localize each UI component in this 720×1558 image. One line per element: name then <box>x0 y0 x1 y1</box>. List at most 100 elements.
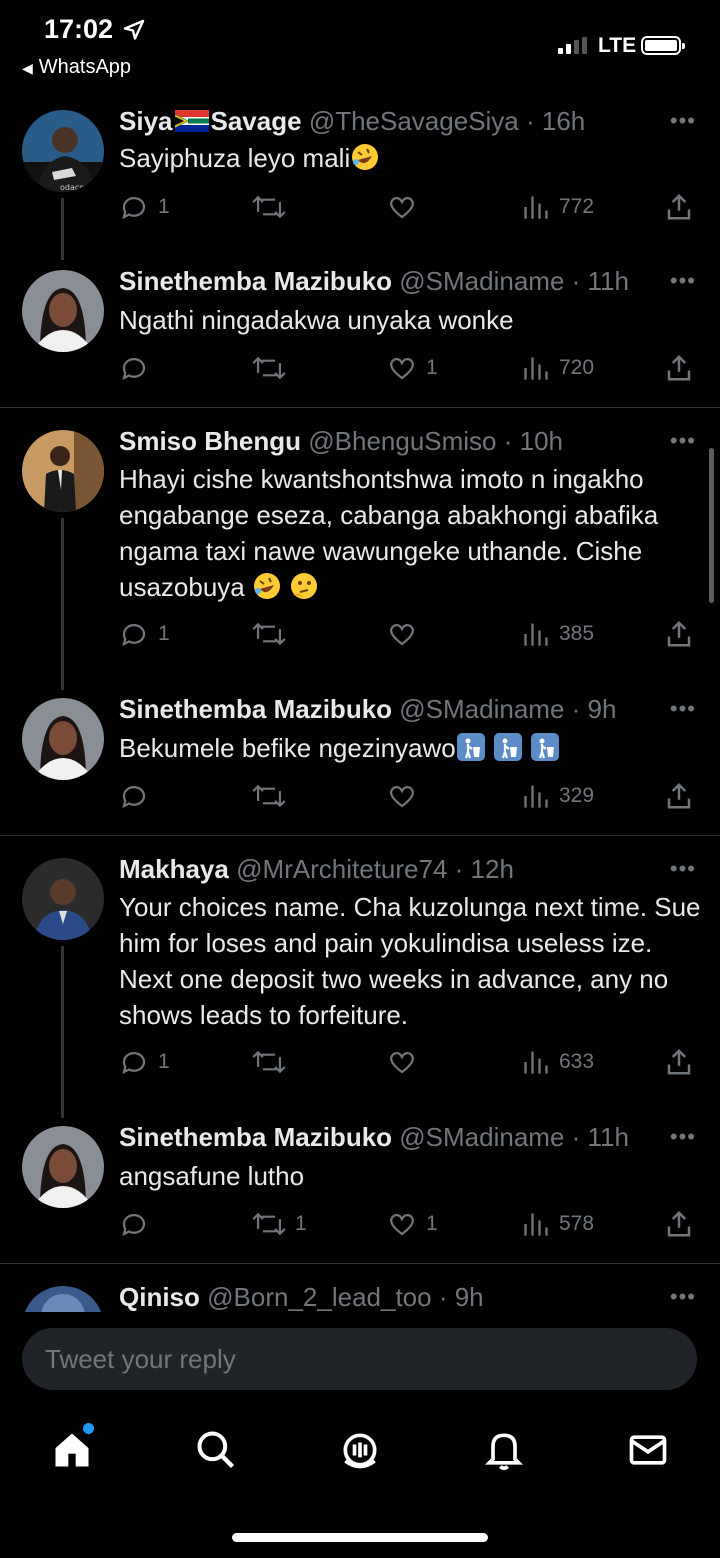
tweet-time: 10h <box>519 426 564 456</box>
tweet[interactable]: Sinethemba Mazibuko @SMadiname · 11h •••… <box>0 1104 720 1264</box>
more-options-icon[interactable]: ••• <box>670 1284 696 1310</box>
more-options-icon[interactable]: ••• <box>670 856 696 882</box>
share-icon <box>667 354 691 381</box>
tweet-actions: 1 1 578 <box>119 1206 719 1242</box>
retweet-button[interactable] <box>252 616 295 652</box>
author-name[interactable]: Siya Savage <box>119 106 302 136</box>
share-button[interactable] <box>664 1044 694 1080</box>
share-button[interactable] <box>664 1206 694 1242</box>
reply-button[interactable]: 1 <box>119 616 170 652</box>
scrollbar[interactable] <box>709 448 714 603</box>
reply-button[interactable] <box>119 350 158 386</box>
avatar[interactable] <box>22 698 104 780</box>
tweet-text: Your choices name. Cha kuzolunga next ti… <box>119 892 701 1030</box>
tweet-actions: 1 772 <box>119 189 719 225</box>
author-handle[interactable]: @SMadiname <box>399 266 564 296</box>
tweet[interactable]: Qiniso @Born_2_lead_too · 9h ••• <box>0 1264 720 1312</box>
tweet-text: Hhayi cishe kwantshontshwa imoto n ingak… <box>119 464 659 602</box>
retweet-icon <box>252 622 286 646</box>
reply-count: 1 <box>158 622 170 645</box>
avatar[interactable]: odaco <box>22 110 104 192</box>
tweet[interactable]: Makhaya @MrArchiteture74 · 12h ••• Your … <box>0 836 720 1118</box>
retweet-button[interactable] <box>252 350 295 386</box>
views-chart-icon <box>524 623 548 646</box>
thinking-emoji <box>291 573 318 599</box>
share-button[interactable] <box>664 616 694 652</box>
back-to-app-link[interactable]: ◀ WhatsApp <box>22 56 131 79</box>
like-button[interactable] <box>387 1044 426 1080</box>
reply-count: 1 <box>158 1050 170 1073</box>
reply-icon <box>122 786 146 809</box>
reply-button[interactable] <box>119 1206 158 1242</box>
more-options-icon[interactable]: ••• <box>670 268 696 294</box>
tweet[interactable]: Smiso Bhengu @BhenguSmiso · 10h ••• Hhay… <box>0 408 720 690</box>
author-name[interactable]: Qiniso <box>119 1282 200 1312</box>
more-options-icon[interactable]: ••• <box>670 108 696 134</box>
share-button[interactable] <box>664 778 694 814</box>
retweet-button[interactable] <box>252 778 295 814</box>
like-button[interactable]: 1 <box>387 350 438 386</box>
share-icon <box>667 782 691 809</box>
more-options-icon[interactable]: ••• <box>670 696 696 722</box>
home-indicator[interactable] <box>232 1533 488 1542</box>
views-button[interactable]: 720 <box>522 350 594 386</box>
view-count: 329 <box>559 784 595 807</box>
author-name[interactable]: Sinethemba Mazibuko <box>119 266 392 296</box>
more-options-icon[interactable]: ••• <box>670 1124 696 1150</box>
reply-input[interactable]: Tweet your reply <box>22 1328 697 1390</box>
notifications-icon[interactable] <box>482 1428 526 1472</box>
avatar[interactable] <box>22 1286 104 1312</box>
author-name[interactable]: Makhaya <box>119 854 229 884</box>
like-button[interactable] <box>387 616 426 652</box>
heart-icon <box>389 785 415 808</box>
reply-button[interactable]: 1 <box>119 1044 170 1080</box>
avatar[interactable] <box>22 858 104 940</box>
tweet[interactable]: Sinethemba Mazibuko @SMadiname · 9h ••• … <box>0 676 720 836</box>
home-icon[interactable] <box>50 1428 94 1472</box>
messages-icon[interactable] <box>626 1428 670 1472</box>
heart-icon <box>389 623 415 646</box>
author-handle[interactable]: @MrArchiteture74 <box>236 854 447 884</box>
author-handle[interactable]: @Born_2_lead_too <box>207 1282 431 1312</box>
author-handle[interactable]: @BhenguSmiso <box>308 426 496 456</box>
view-count: 633 <box>559 1050 595 1073</box>
spaces-icon[interactable] <box>338 1428 382 1472</box>
views-button[interactable]: 772 <box>522 189 594 225</box>
tweet-time: 16h <box>541 106 586 136</box>
reply-button[interactable] <box>119 778 158 814</box>
avatar[interactable] <box>22 1126 104 1208</box>
like-button[interactable] <box>387 189 426 225</box>
search-icon[interactable] <box>194 1428 238 1472</box>
more-options-icon[interactable]: ••• <box>670 428 696 454</box>
view-count: 720 <box>559 356 595 379</box>
tweet[interactable]: Sinethemba Mazibuko @SMadiname · 11h •••… <box>0 248 720 408</box>
tweet-time: 11h <box>587 266 629 296</box>
tweet[interactable]: odaco Siya Savage @TheSavageSiya · 16h ••… <box>0 88 720 260</box>
retweet-button[interactable]: 1 <box>252 1206 307 1242</box>
views-button[interactable]: 385 <box>522 616 594 652</box>
share-button[interactable] <box>664 189 694 225</box>
author-name[interactable]: Sinethemba Mazibuko <box>119 694 392 724</box>
author-handle[interactable]: @SMadiname <box>399 1122 564 1152</box>
views-button[interactable]: 578 <box>522 1206 594 1242</box>
share-button[interactable] <box>664 350 694 386</box>
reply-button[interactable]: 1 <box>119 189 170 225</box>
share-icon <box>667 1210 691 1237</box>
tweet-header: Sinethemba Mazibuko @SMadiname · 11h <box>119 266 629 296</box>
reply-icon <box>122 1214 146 1237</box>
retweet-button[interactable] <box>252 1044 295 1080</box>
avatar[interactable] <box>22 430 104 512</box>
retweet-button[interactable] <box>252 189 295 225</box>
author-name[interactable]: Sinethemba Mazibuko <box>119 1122 392 1152</box>
views-button[interactable]: 329 <box>522 778 594 814</box>
reply-feed[interactable]: odaco Siya Savage @TheSavageSiya · 16h ••… <box>0 88 720 1312</box>
heart-icon <box>389 196 415 219</box>
avatar[interactable] <box>22 270 104 352</box>
author-handle[interactable]: @SMadiname <box>399 694 564 724</box>
views-button[interactable]: 633 <box>522 1044 594 1080</box>
author-name[interactable]: Smiso Bhengu <box>119 426 301 456</box>
author-handle[interactable]: @TheSavageSiya <box>309 106 519 136</box>
like-button[interactable]: 1 <box>387 1206 438 1242</box>
tweet-header: Sinethemba Mazibuko @SMadiname · 11h <box>119 1122 629 1152</box>
like-button[interactable] <box>387 778 426 814</box>
